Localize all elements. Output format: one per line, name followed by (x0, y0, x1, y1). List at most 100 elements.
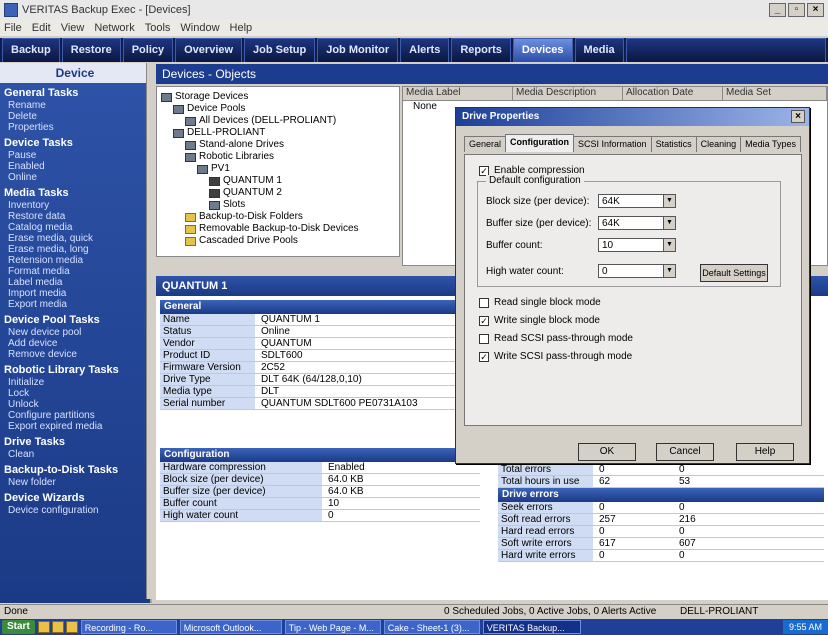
chevron-down-icon[interactable]: ▼ (663, 265, 675, 277)
tab-media-types[interactable]: Media Types (740, 136, 801, 152)
maximize-button[interactable]: ▫ (788, 3, 805, 17)
sidebar-item-export-expired-media[interactable]: Export expired media (0, 421, 150, 432)
menu-file[interactable]: File (4, 22, 22, 34)
sidebar-section-general-tasks[interactable]: General Tasks (0, 83, 150, 100)
help-button[interactable]: Help (736, 443, 794, 461)
sidebar-item-pause[interactable]: Pause (0, 150, 150, 161)
col-media-description[interactable]: Media Description (513, 87, 623, 100)
sidebar-item-enabled[interactable]: Enabled (0, 161, 150, 172)
sidebar-item-new-folder[interactable]: New folder (0, 477, 150, 488)
tab-configuration[interactable]: Configuration (505, 134, 575, 152)
nav-tab-job-monitor[interactable]: Job Monitor (317, 38, 399, 62)
quick-launch-icon[interactable] (51, 621, 64, 633)
start-button[interactable]: Start (2, 620, 35, 634)
tree-horizontal-scrollbar[interactable] (156, 256, 400, 268)
sidebar-item-import-media[interactable]: Import media (0, 288, 150, 299)
sidebar-item-label-media[interactable]: Label media (0, 277, 150, 288)
sidebar-item-device-configuration[interactable]: Device configuration (0, 505, 150, 516)
nav-tab-media[interactable]: Media (574, 38, 624, 62)
chevron-down-icon[interactable]: ▼ (663, 217, 675, 229)
sidebar-item-initialize[interactable]: Initialize (0, 377, 150, 388)
sidebar-item-catalog-media[interactable]: Catalog media (0, 222, 150, 233)
nav-tab-devices[interactable]: Devices (512, 38, 573, 62)
nav-tab-overview[interactable]: Overview (175, 38, 243, 62)
menu-tools[interactable]: Tools (145, 22, 171, 34)
cancel-button[interactable]: Cancel (656, 443, 714, 461)
checkbox-read-single-block-mode[interactable]: Read single block mode (479, 297, 601, 308)
taskbar-item[interactable]: Microsoft Outlook... (179, 620, 282, 634)
tree-item[interactable]: QUANTUM 2 (161, 187, 395, 199)
col-media-set[interactable]: Media Set (723, 87, 827, 100)
sidebar-item-inventory[interactable]: Inventory (0, 200, 150, 211)
taskbar-item-active[interactable]: VERITAS Backup... (482, 620, 581, 634)
sidebar-item-erase-media-quick[interactable]: Erase media, quick (0, 233, 150, 244)
tree-item[interactable]: All Devices (DELL-PROLIANT) (161, 115, 395, 127)
sidebar-item-properties[interactable]: Properties (0, 122, 150, 133)
sidebar-section-device-tasks[interactable]: Device Tasks (0, 133, 150, 150)
chevron-down-icon[interactable]: ▼ (663, 195, 675, 207)
tree-item[interactable]: QUANTUM 1 (161, 175, 395, 187)
tree-item[interactable]: Storage Devices (161, 91, 395, 103)
taskbar-item[interactable]: Cake - Sheet-1 (3)... (383, 620, 480, 634)
buffer-count-select[interactable]: 10 ▼ (598, 238, 676, 252)
menu-window[interactable]: Window (180, 22, 219, 34)
sidebar-item-configure-partitions[interactable]: Configure partitions (0, 410, 150, 421)
sidebar-section-device-wizards[interactable]: Device Wizards (0, 488, 150, 505)
sidebar-item-erase-media-long[interactable]: Erase media, long (0, 244, 150, 255)
sidebar-section-media-tasks[interactable]: Media Tasks (0, 183, 150, 200)
sidebar-item-retension-media[interactable]: Retension media (0, 255, 150, 266)
sidebar-item-restore-data[interactable]: Restore data (0, 211, 150, 222)
sidebar-item-online[interactable]: Online (0, 172, 150, 183)
col-allocation-date[interactable]: Allocation Date (623, 87, 723, 100)
default-settings-button[interactable]: Default Settings (700, 264, 768, 282)
buffer-size-select[interactable]: 64K ▼ (598, 216, 676, 230)
nav-tab-job-setup[interactable]: Job Setup (244, 38, 316, 62)
menu-help[interactable]: Help (230, 22, 253, 34)
checkbox-write-single-block-mode[interactable]: ✓ Write single block mode (479, 315, 600, 326)
nav-tab-policy[interactable]: Policy (122, 38, 174, 62)
tree-item[interactable]: Slots (161, 199, 395, 211)
chevron-down-icon[interactable]: ▼ (663, 239, 675, 251)
nav-tab-alerts[interactable]: Alerts (400, 38, 450, 62)
col-media-label[interactable]: Media Label (403, 87, 513, 100)
sidebar-section-backup-to-disk-tasks[interactable]: Backup-to-Disk Tasks (0, 460, 150, 477)
tree-item[interactable]: Robotic Libraries (161, 151, 395, 163)
sidebar-item-delete[interactable]: Delete (0, 111, 150, 122)
quick-launch-icon[interactable] (65, 621, 78, 633)
tree-item[interactable]: Device Pools (161, 103, 395, 115)
sidebar-item-clean[interactable]: Clean (0, 449, 150, 460)
sidebar-item-lock[interactable]: Lock (0, 388, 150, 399)
sidebar-item-remove-device[interactable]: Remove device (0, 349, 150, 360)
tree-item[interactable]: PV1 (161, 163, 395, 175)
nav-tab-backup[interactable]: Backup (2, 38, 60, 62)
tree-item[interactable]: DELL-PROLIANT (161, 127, 395, 139)
minimize-button[interactable]: _ (769, 3, 786, 17)
tab-scsi-information[interactable]: SCSI Information (573, 136, 652, 152)
tree-item[interactable]: Stand-alone Drives (161, 139, 395, 151)
nav-tab-reports[interactable]: Reports (451, 38, 511, 62)
sidebar-section-drive-tasks[interactable]: Drive Tasks (0, 432, 150, 449)
sidebar-item-unlock[interactable]: Unlock (0, 399, 150, 410)
tab-statistics[interactable]: Statistics (650, 136, 697, 152)
checkbox-read-scsi-pass-through-mode[interactable]: Read SCSI pass-through mode (479, 333, 633, 344)
close-button[interactable]: × (807, 3, 824, 17)
tree-item[interactable]: Cascaded Drive Pools (161, 235, 395, 247)
taskbar-item[interactable]: Recording - Ro... (80, 620, 177, 634)
tree-item[interactable]: Backup-to-Disk Folders (161, 211, 395, 223)
checkbox-write-scsi-pass-through-mode[interactable]: ✓ Write SCSI pass-through mode (479, 351, 632, 362)
high-water-select[interactable]: 0 ▼ (598, 264, 676, 278)
sidebar-item-new-device-pool[interactable]: New device pool (0, 327, 150, 338)
sidebar-section-device-pool-tasks[interactable]: Device Pool Tasks (0, 310, 150, 327)
dialog-close-button[interactable]: × (791, 110, 805, 123)
taskbar-item[interactable]: Tip - Web Page - M... (284, 620, 381, 634)
menu-network[interactable]: Network (94, 22, 134, 34)
block-size-select[interactable]: 64K ▼ (598, 194, 676, 208)
nav-tab-restore[interactable]: Restore (61, 38, 121, 62)
quick-launch-icon[interactable] (37, 621, 50, 633)
tab-cleaning[interactable]: Cleaning (695, 136, 742, 152)
sidebar-scrollbar[interactable] (146, 63, 156, 599)
sidebar-section-robotic-library-tasks[interactable]: Robotic Library Tasks (0, 360, 150, 377)
menu-view[interactable]: View (61, 22, 85, 34)
sidebar-item-format-media[interactable]: Format media (0, 266, 150, 277)
ok-button[interactable]: OK (578, 443, 636, 461)
